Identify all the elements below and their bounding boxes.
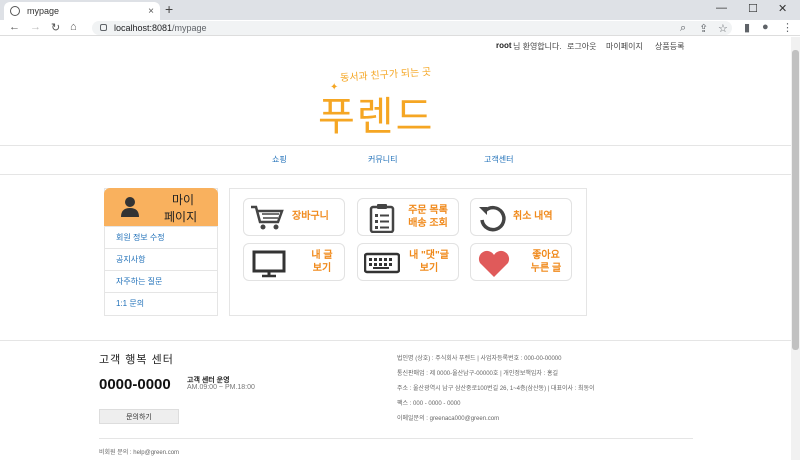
tab-title: mypage xyxy=(27,6,60,16)
sidebar-title-line1: 마이 xyxy=(172,193,195,207)
inquiry-button[interactable]: 문의하기 xyxy=(99,409,179,424)
footer-divider xyxy=(0,340,791,341)
brand-logo[interactable]: 푸렌드 xyxy=(318,84,434,142)
home-icon[interactable]: ⌂ xyxy=(70,21,77,33)
nav-community[interactable]: 커뮤니티 xyxy=(368,154,397,165)
tab-close-icon[interactable]: × xyxy=(148,6,154,17)
footer-info-fax: 팩스 : 000 - 0000 - 0000 xyxy=(397,401,461,407)
cancel-history-card[interactable]: 취소 내역 xyxy=(470,198,572,236)
nav-support[interactable]: 고객센터 xyxy=(484,154,513,165)
footer-guest-inquiry: 비회원 문의 : help@green.com xyxy=(99,450,180,456)
sidebar-item-notice[interactable]: 공지사항 xyxy=(104,248,218,270)
heart-icon xyxy=(478,250,510,277)
my-posts-label-line1: 내 글 xyxy=(311,250,333,261)
my-comments-label-line2: 보기 xyxy=(419,263,439,274)
footer-title: 고객 행복 센터 xyxy=(99,354,174,366)
back-icon[interactable]: ← xyxy=(9,21,20,33)
orders-card[interactable]: 주문 목록 배송 조회 xyxy=(357,198,459,236)
nav-shop[interactable]: 쇼핑 xyxy=(272,154,287,165)
url-path: /mypage xyxy=(172,23,207,33)
liked-posts-label-line1: 좋아요 xyxy=(532,250,560,261)
browser-tab-bar: mypage × + — ☐ ✕ xyxy=(0,0,800,20)
address-bar-row: ← → ↻ ⌂ localhost:8081/mypage ⌕ ⇪ ☆ ▮ ● … xyxy=(0,20,800,36)
orders-label-line2: 배송 조회 xyxy=(408,218,448,229)
zoom-icon[interactable]: ⌕ xyxy=(680,22,686,35)
brand-subtitle: 동서과 친구가 되는 곳 xyxy=(339,66,432,85)
divider xyxy=(0,174,791,175)
footer-info-email: 이메일문의 : greenaca000@green.com xyxy=(397,416,500,422)
maximize-icon[interactable]: ☐ xyxy=(748,2,758,15)
globe-icon xyxy=(10,6,20,16)
reload-icon[interactable]: ↻ xyxy=(51,21,60,34)
cart-card[interactable]: 장바구니 xyxy=(243,198,345,236)
footer-phone: 0000-0000 xyxy=(99,376,171,393)
menu-icon[interactable]: ⋮ xyxy=(782,21,793,34)
footer-hours: AM.09:00 ~ PM.18:00 xyxy=(187,384,255,391)
my-posts-card[interactable]: 내 글 보기 xyxy=(243,243,345,281)
sidepanel-icon[interactable]: ▮ xyxy=(744,21,750,34)
scrollbar-thumb[interactable] xyxy=(792,50,799,350)
divider xyxy=(0,145,791,146)
forward-icon[interactable]: → xyxy=(30,21,41,33)
profile-icon[interactable]: ● xyxy=(762,21,769,33)
footer-info-company: 법인명 (상호) : 주식회사 푸렌드 | 사업자등록번호 : 000-00-0… xyxy=(397,356,562,362)
footer-info-telecom: 통신판매업 : 제 0000-울산남구-00000호 | 개인정보책임자 : 홍… xyxy=(397,371,558,377)
liked-posts-card[interactable]: 좋아요 누른 글 xyxy=(470,243,572,281)
bookmark-star-icon[interactable]: ☆ xyxy=(718,22,728,35)
logout-link[interactable]: 로그아웃 xyxy=(567,41,596,52)
browser-tab[interactable]: mypage × xyxy=(4,2,160,20)
refresh-icon xyxy=(479,205,506,232)
share-icon[interactable]: ⇪ xyxy=(699,22,708,35)
username: root xyxy=(496,41,512,50)
new-tab-button[interactable]: + xyxy=(165,1,173,17)
footer-info-address: 주소 : 울산광역시 남구 삼산중로100번길 26, 1~4층(삼산동) | … xyxy=(397,386,595,392)
sidebar-item-inquiry[interactable]: 1:1 문의 xyxy=(104,292,218,314)
my-comments-card[interactable]: 내 "댓"글 보기 xyxy=(357,243,459,281)
url-input[interactable]: localhost:8081/mypage ⌕ ⇪ ☆ xyxy=(92,21,732,35)
sidebar-header: 마이 페이지 xyxy=(104,188,218,226)
liked-posts-label-line2: 누른 글 xyxy=(530,263,562,274)
sidebar-item-edit-profile[interactable]: 회원 정보 수정 xyxy=(104,226,218,248)
close-window-icon[interactable]: ✕ xyxy=(778,2,787,15)
info-icon[interactable] xyxy=(100,24,107,31)
url-host: localhost:8081 xyxy=(114,23,173,33)
welcome-text: 님 환영합니다. xyxy=(513,42,562,51)
user-icon xyxy=(121,197,139,217)
sidebar-title-line2: 페이지 xyxy=(164,210,198,224)
clipboard-icon xyxy=(369,204,395,233)
my-posts-label-line2: 보기 xyxy=(312,263,332,274)
sidebar-item-faq[interactable]: 자주하는 질문 xyxy=(104,270,218,292)
orders-label-line1: 주문 목록 xyxy=(408,205,448,216)
cart-icon xyxy=(251,205,284,230)
monitor-icon xyxy=(252,250,286,278)
my-comments-label-line1: 내 "댓"글 xyxy=(409,250,449,261)
minimize-icon[interactable]: — xyxy=(716,2,727,14)
keyboard-icon xyxy=(364,252,400,274)
cancel-history-label: 취소 내역 xyxy=(513,211,553,222)
mypage-link[interactable]: 마이페이지 xyxy=(606,41,643,52)
product-register-link[interactable]: 상품등록 xyxy=(655,41,684,52)
cart-label: 장바구니 xyxy=(292,211,329,222)
footer-bottom-divider xyxy=(99,438,693,439)
